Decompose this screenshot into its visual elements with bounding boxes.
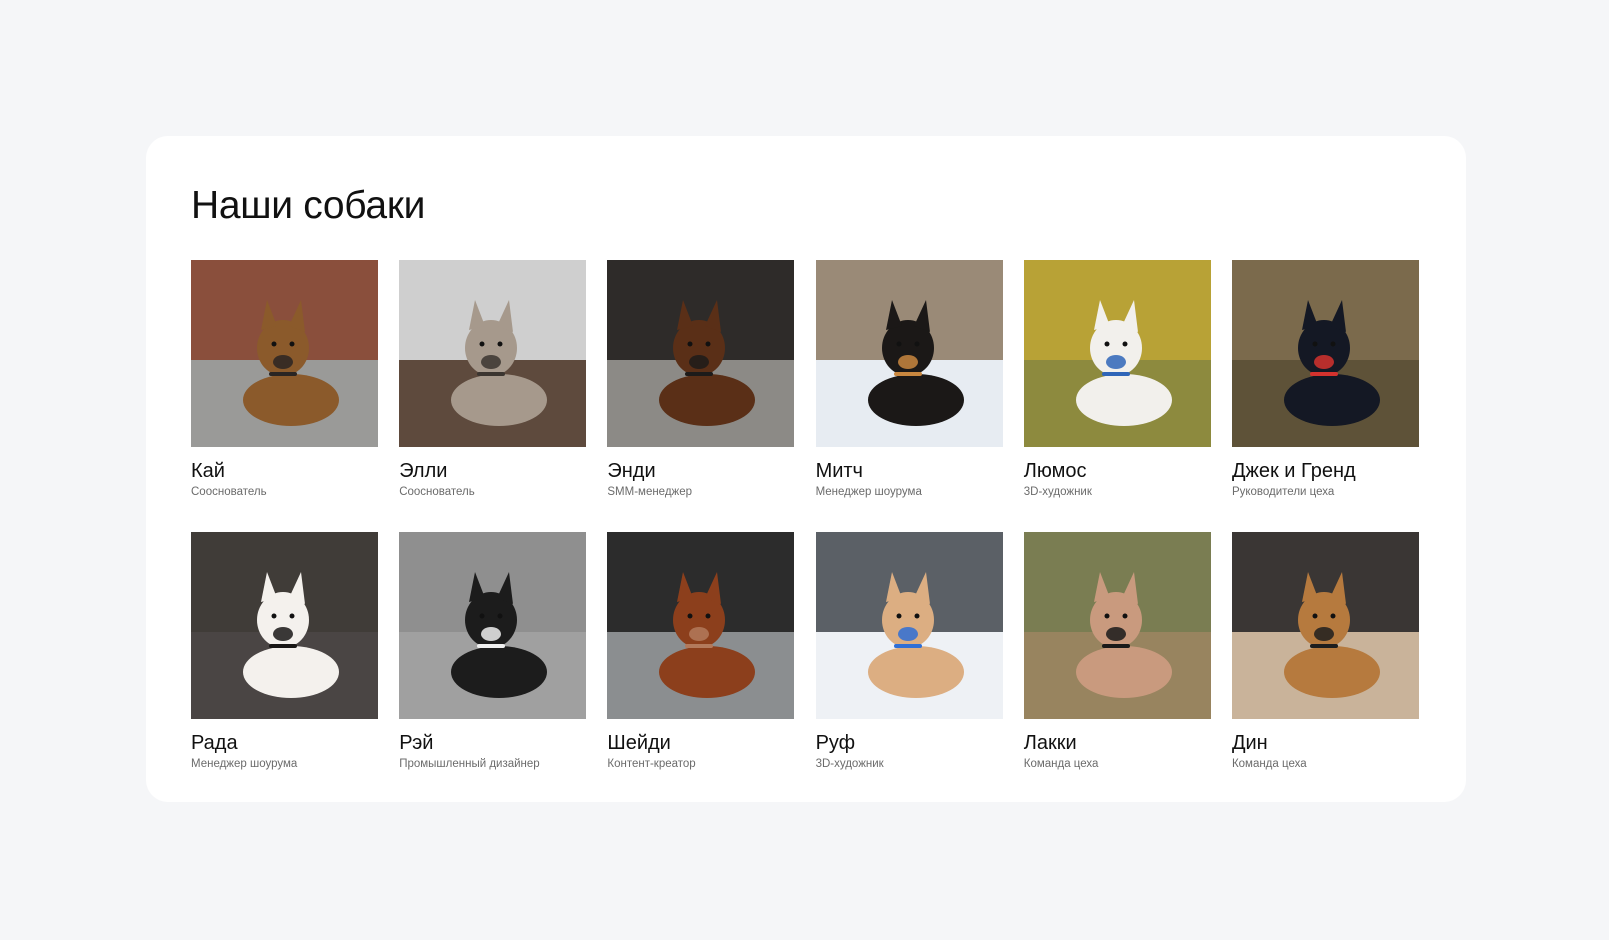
dog-card[interactable]: Рада Менеджер шоурума <box>191 532 378 804</box>
dog-name: Рэй <box>399 732 434 754</box>
dog-role: Команда цеха <box>1231 758 1307 770</box>
dog-name: Кай <box>191 460 225 482</box>
dog-photo[interactable] <box>399 532 587 719</box>
dog-card[interactable]: Митч Менеджер шоурума <box>815 260 1003 532</box>
dog-role: SMM-менеджер <box>607 486 693 498</box>
dog-photo-icon <box>1231 260 1419 447</box>
dog-role: Менеджер шоурума <box>815 486 922 498</box>
dog-photo[interactable] <box>815 260 1003 447</box>
dog-role: Менеджер шоурума <box>191 758 298 770</box>
dog-card[interactable]: Дин Команда цеха <box>1231 532 1419 804</box>
dog-card[interactable]: Лакки Команда цеха <box>1023 532 1211 804</box>
dog-name: Дин <box>1231 732 1268 754</box>
dog-photo[interactable] <box>191 532 378 719</box>
dog-name: Шейди <box>607 732 671 754</box>
dog-role: 3D-художник <box>815 758 884 770</box>
dog-photo-icon <box>399 532 587 719</box>
dog-card[interactable]: Руф 3D-художник <box>815 532 1003 804</box>
dog-photo[interactable] <box>1023 532 1211 719</box>
dog-role: Сооснователь <box>191 486 267 498</box>
dog-name: Люмос <box>1023 460 1087 482</box>
dog-photo-icon <box>607 260 795 447</box>
dog-photo[interactable] <box>815 532 1003 719</box>
dog-role: Команда цеха <box>1023 758 1099 770</box>
dog-photo-icon <box>399 260 587 447</box>
dog-photo-icon <box>815 532 1003 719</box>
dog-card[interactable]: Люмос 3D-художник <box>1023 260 1211 532</box>
page-title: Наши собаки <box>191 184 426 227</box>
dog-photo-icon <box>191 532 378 719</box>
dog-card[interactable]: Кай Сооснователь <box>191 260 378 532</box>
dog-name: Лакки <box>1023 732 1077 754</box>
dog-photo-icon <box>607 532 795 719</box>
dog-name: Митч <box>815 460 863 482</box>
dog-card[interactable]: Элли Сооснователь <box>399 260 587 532</box>
dog-photo-icon <box>815 260 1003 447</box>
dog-role: Промышленный дизайнер <box>399 758 540 770</box>
dog-name: Рада <box>191 732 238 754</box>
dog-photo[interactable] <box>607 532 795 719</box>
dogs-card: Наши собаки Кай Сооснователь Элли Соосноват… <box>146 136 1466 802</box>
dog-photo-icon <box>1023 260 1211 447</box>
dog-photo[interactable] <box>1231 260 1419 447</box>
dog-name: Энди <box>607 460 656 482</box>
dog-card[interactable]: Энди SMM-менеджер <box>607 260 795 532</box>
dog-photo[interactable] <box>1231 532 1419 719</box>
dog-photo-icon <box>191 260 378 447</box>
dog-role: Сооснователь <box>399 486 475 498</box>
dog-photo-icon <box>1231 532 1419 719</box>
dog-photo-icon <box>1023 532 1211 719</box>
dog-card[interactable]: Рэй Промышленный дизайнер <box>399 532 587 804</box>
dogs-grid: Кай Сооснователь Элли Сооснователь Энди SMM-м… <box>191 260 1419 804</box>
dog-role: 3D-художник <box>1023 486 1092 498</box>
dog-photo[interactable] <box>1023 260 1211 447</box>
dog-photo[interactable] <box>191 260 378 447</box>
dog-name: Джек и Гренд <box>1231 460 1356 482</box>
dog-role: Руководители цеха <box>1231 486 1335 498</box>
dog-name: Руф <box>815 732 856 754</box>
dog-role: Контент-креатор <box>607 758 696 770</box>
dog-name: Элли <box>399 460 448 482</box>
dog-card[interactable]: Шейди Контент-креатор <box>607 532 795 804</box>
dog-photo[interactable] <box>607 260 795 447</box>
dog-photo[interactable] <box>399 260 587 447</box>
dog-card[interactable]: Джек и Гренд Руководители цеха <box>1231 260 1419 532</box>
